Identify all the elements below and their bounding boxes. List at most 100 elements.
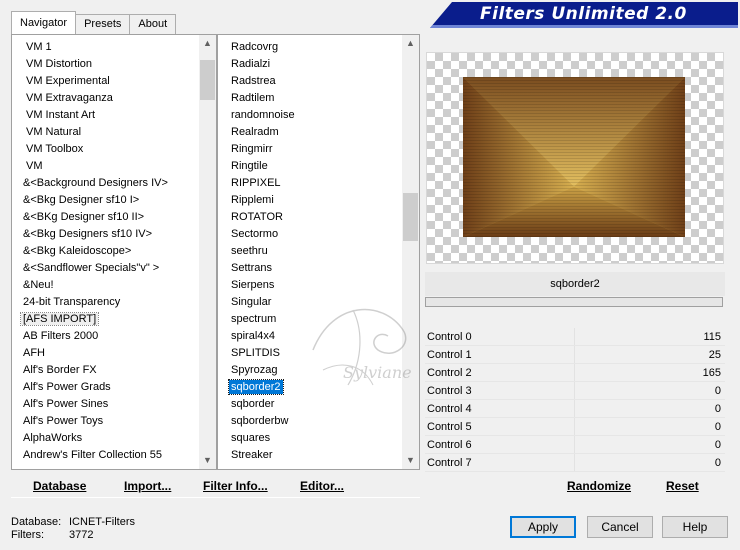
control-row[interactable]: Control 5 0 [425, 418, 725, 436]
scroll-thumb[interactable] [200, 60, 215, 100]
filter-label: ROTATOR [231, 211, 283, 223]
category-item[interactable]: VM Extravaganza [12, 90, 199, 107]
category-item[interactable]: VM Instant Art [12, 107, 199, 124]
category-item[interactable]: &<Sandflower Specials"v" > [12, 260, 199, 277]
category-item[interactable]: 24-bit Transparency [12, 294, 199, 311]
filter-item[interactable]: Ripplemi [218, 192, 402, 209]
category-label: Alf's Border FX [23, 364, 97, 376]
category-item[interactable]: Alf's Border FX [12, 362, 199, 379]
category-item[interactable]: [AFS IMPORT] [12, 311, 199, 328]
filter-item[interactable]: Realradm [218, 124, 402, 141]
filter-item[interactable]: Sectormo [218, 226, 402, 243]
filter-item[interactable]: Sierpens [218, 277, 402, 294]
category-label: Alf's Power Toys [23, 415, 104, 427]
filter-label: Realradm [231, 126, 279, 138]
category-item[interactable]: &<BKg Designer sf10 II> [12, 209, 199, 226]
control-row[interactable]: Control 7 0 [425, 454, 725, 472]
filter-item[interactable]: randomnoise [218, 107, 402, 124]
control-label: Control 2 [427, 367, 472, 379]
apply-button[interactable]: Apply [510, 516, 576, 538]
filter-item[interactable]: Ringmirr [218, 141, 402, 158]
category-scrollbar[interactable]: ▲ ▼ [199, 35, 216, 469]
randomize-button[interactable]: Randomize [567, 478, 631, 495]
filter-info-button[interactable]: Filter Info... [203, 478, 268, 495]
scroll-down-icon[interactable]: ▼ [199, 452, 216, 469]
cancel-button[interactable]: Cancel [587, 516, 653, 538]
filter-item[interactable]: Spyrozag [218, 362, 402, 379]
control-row[interactable]: Control 3 0 [425, 382, 725, 400]
filter-item[interactable]: ROTATOR [218, 209, 402, 226]
filter-item[interactable]: sqborderbw [218, 413, 402, 430]
database-button[interactable]: Database [33, 478, 86, 495]
filter-item[interactable]: Ringtile [218, 158, 402, 175]
category-label: VM [26, 160, 43, 172]
category-item[interactable]: &<Bkg Kaleidoscope> [12, 243, 199, 260]
filter-item[interactable]: squares [218, 430, 402, 447]
reset-button[interactable]: Reset [666, 478, 699, 495]
filter-item[interactable]: spectrum [218, 311, 402, 328]
filter-item[interactable]: Radialzi [218, 56, 402, 73]
scroll-thumb[interactable] [403, 193, 418, 241]
filter-label: sqborder2 [228, 379, 284, 395]
category-item[interactable]: &<Background Designers IV> [12, 175, 199, 192]
filter-item[interactable]: Radstrea [218, 73, 402, 90]
filter-item[interactable]: seethru [218, 243, 402, 260]
filter-label: sqborderbw [231, 415, 289, 427]
tab-presets[interactable]: Presets [75, 14, 131, 34]
filter-label: randomnoise [231, 109, 295, 121]
control-row[interactable]: Control 1 25 [425, 346, 725, 364]
filter-item[interactable]: SPLITDIS [218, 345, 402, 362]
filter-item[interactable]: sqborder2 [218, 379, 402, 396]
category-item[interactable]: VM Toolbox [12, 141, 199, 158]
tab-about[interactable]: About [129, 14, 177, 34]
filter-item[interactable]: RIPPIXEL [218, 175, 402, 192]
scroll-up-icon[interactable]: ▲ [402, 35, 419, 52]
control-row[interactable]: Control 2 165 [425, 364, 725, 382]
filter-item[interactable]: Radcovrg [218, 39, 402, 56]
category-label: &<Bkg Designers sf10 IV> [23, 228, 153, 240]
filter-items: Radcovrg Radialzi Radstrea Radtilem randomno… [218, 39, 402, 469]
control-slider[interactable] [425, 297, 723, 307]
category-item[interactable]: AlphaWorks [12, 430, 199, 447]
filter-list[interactable]: Radcovrg Radialzi Radstrea Radtilem randomno… [217, 34, 420, 470]
help-button[interactable]: Help [662, 516, 728, 538]
filter-item[interactable]: Radtilem [218, 90, 402, 107]
import-button[interactable]: Import... [124, 478, 171, 495]
category-item[interactable]: Alf's Power Grads [12, 379, 199, 396]
category-item[interactable]: Andrew's Filter Collection 55 [12, 447, 199, 464]
filter-label: Spyrozag [231, 364, 278, 376]
control-row[interactable]: Control 6 0 [425, 436, 725, 454]
category-item[interactable]: Alf's Power Sines [12, 396, 199, 413]
database-label: Database: [11, 516, 62, 528]
filter-scrollbar[interactable]: ▲ ▼ [402, 35, 419, 469]
selected-filter-name: sqborder2 [425, 272, 725, 296]
editor-button[interactable]: Editor... [300, 478, 344, 495]
control-row[interactable]: Control 0 115 [425, 328, 725, 346]
category-list[interactable]: VM 1 VM Distortion VM Experimental VM Extra… [11, 34, 217, 470]
category-item[interactable]: Alf's Power Toys [12, 413, 199, 430]
category-item[interactable]: &Neu! [12, 277, 199, 294]
scroll-down-icon[interactable]: ▼ [402, 452, 419, 469]
category-label: &<BKg Designer sf10 II> [23, 211, 145, 223]
filter-item[interactable]: spiral4x4 [218, 328, 402, 345]
control-row[interactable]: Control 4 0 [425, 400, 725, 418]
category-item[interactable]: VM 1 [12, 39, 199, 56]
filter-item[interactable]: Streaker [218, 447, 402, 464]
control-value: 165 [702, 367, 721, 379]
category-item[interactable]: AB Filters 2000 [12, 328, 199, 345]
category-item[interactable]: VM Natural [12, 124, 199, 141]
category-item[interactable]: &<Bkg Designers sf10 IV> [12, 226, 199, 243]
category-item[interactable]: VM Distortion [12, 56, 199, 73]
category-item[interactable]: VM [12, 158, 199, 175]
filter-item[interactable]: sqborder [218, 396, 402, 413]
filter-item[interactable]: Settrans [218, 260, 402, 277]
category-item[interactable]: VM Experimental [12, 73, 199, 90]
filter-item[interactable]: Singular [218, 294, 402, 311]
tab-navigator[interactable]: Navigator [11, 11, 77, 34]
controls-panel: sqborder2 Control 0 115 Control 1 25 Control… [425, 272, 725, 472]
scroll-up-icon[interactable]: ▲ [199, 35, 216, 52]
control-list: Control 0 115 Control 1 25 Control 2 165 Contr… [425, 328, 725, 472]
filter-label: Radtilem [231, 92, 275, 104]
category-item[interactable]: AFH [12, 345, 199, 362]
category-item[interactable]: &<Bkg Designer sf10 I> [12, 192, 199, 209]
